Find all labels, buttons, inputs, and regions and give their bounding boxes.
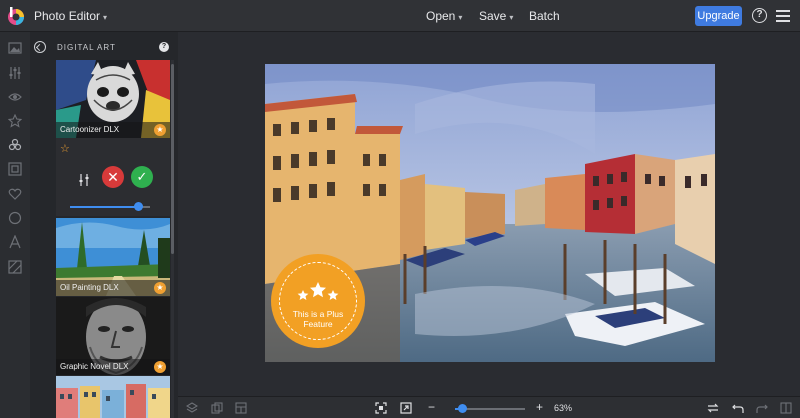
effect-tile-graphic-novel[interactable]: Graphic Novel DLX ★: [56, 297, 170, 375]
panel-header: DIGITAL ART ?: [30, 32, 178, 60]
zoom-in-button[interactable]: +: [536, 400, 543, 414]
chevron-down-icon: ▾: [103, 13, 108, 22]
plus-feature-badge[interactable]: This is a Plus Feature: [271, 254, 365, 348]
effect-label: Oil Painting DLX: [56, 280, 170, 296]
shape-icon[interactable]: [8, 211, 22, 225]
save-menu[interactable]: Save ▾: [479, 9, 513, 23]
effect-tile-cartoonizer[interactable]: Cartoonizer DLX ★: [56, 60, 170, 138]
cancel-effect-button[interactable]: ✕: [102, 166, 124, 188]
app-logo-icon[interactable]: [6, 6, 26, 26]
chevron-down-icon: ▾: [458, 13, 463, 22]
premium-star-icon: ★: [154, 282, 166, 294]
zoom-percentage: 63%: [554, 403, 573, 413]
panel-scrollbar-thumb[interactable]: [171, 64, 174, 254]
effect-tile-partial[interactable]: [56, 376, 170, 418]
photo-canvas[interactable]: This is a Plus Feature: [265, 64, 715, 362]
texture-icon[interactable]: [8, 260, 22, 274]
adjust-sliders-icon[interactable]: [8, 66, 22, 80]
badge-text: This is a Plus Feature: [271, 309, 365, 329]
layers-icon[interactable]: [186, 402, 198, 414]
app-title-label: Photo Editor: [34, 9, 101, 23]
panel-title: DIGITAL ART: [57, 43, 116, 52]
badge-text-line-1: This is a Plus: [292, 309, 344, 319]
app-title-menu[interactable]: Photo Editor ▾: [34, 9, 107, 23]
effect-tile-oil-painting[interactable]: Oil Painting DLX ★: [56, 218, 170, 296]
premium-star-icon: ★: [154, 124, 166, 136]
bottom-toolbar: − + 63%: [178, 396, 800, 418]
expand-icon[interactable]: [400, 402, 412, 414]
swap-icon[interactable]: [707, 402, 719, 414]
top-bar: Photo Editor ▾ Open ▾ Save ▾ Batch Upgrade …: [0, 0, 800, 32]
tool-rail: [0, 32, 30, 418]
redo-icon[interactable]: [756, 402, 768, 414]
open-menu-label: Open: [426, 9, 456, 23]
intensity-slider-thumb[interactable]: [134, 202, 143, 211]
favorite-star-icon[interactable]: ☆: [60, 142, 70, 155]
upgrade-button[interactable]: Upgrade: [695, 6, 742, 26]
help-icon[interactable]: ?: [752, 8, 767, 23]
zoom-slider-thumb[interactable]: [458, 404, 467, 413]
settings-sliders-icon[interactable]: [78, 174, 90, 186]
star-icon[interactable]: [8, 114, 22, 128]
effect-controls: ☆ ✕ ✓: [56, 138, 170, 216]
premium-star-icon: ★: [154, 361, 166, 373]
open-menu[interactable]: Open ▾: [426, 9, 462, 23]
badge-stars-icon: [297, 282, 339, 300]
apply-effect-button[interactable]: ✓: [131, 166, 153, 188]
batch-menu[interactable]: Batch: [529, 9, 560, 23]
effect-label: Cartoonizer DLX: [56, 122, 170, 138]
save-menu-label: Save: [479, 9, 507, 23]
effect-label: Graphic Novel DLX: [56, 359, 170, 375]
effects-icon[interactable]: [8, 138, 22, 152]
back-arrow-icon[interactable]: [34, 41, 46, 53]
eye-icon[interactable]: [8, 90, 22, 104]
heart-icon[interactable]: [8, 187, 22, 201]
help-icon[interactable]: ?: [159, 42, 169, 52]
duplicate-icon[interactable]: [211, 402, 223, 414]
intensity-slider-fill: [70, 206, 138, 208]
canvas-workspace: This is a Plus Feature: [178, 32, 800, 396]
compare-icon[interactable]: [780, 402, 792, 414]
badge-text-line-2: Feature: [303, 319, 333, 329]
fit-to-screen-icon[interactable]: [375, 402, 387, 414]
chevron-down-icon: ▾: [509, 13, 514, 22]
undo-icon[interactable]: [732, 402, 744, 414]
rail-bottom: [0, 396, 30, 418]
zoom-out-button[interactable]: −: [428, 400, 435, 414]
image-icon[interactable]: [8, 41, 22, 55]
batch-menu-label: Batch: [529, 9, 560, 23]
hamburger-menu-icon[interactable]: [776, 10, 790, 22]
effect-thumbnail: [56, 376, 170, 418]
grid-icon[interactable]: [235, 402, 247, 414]
frame-icon[interactable]: [8, 162, 22, 176]
text-icon[interactable]: [8, 235, 22, 249]
